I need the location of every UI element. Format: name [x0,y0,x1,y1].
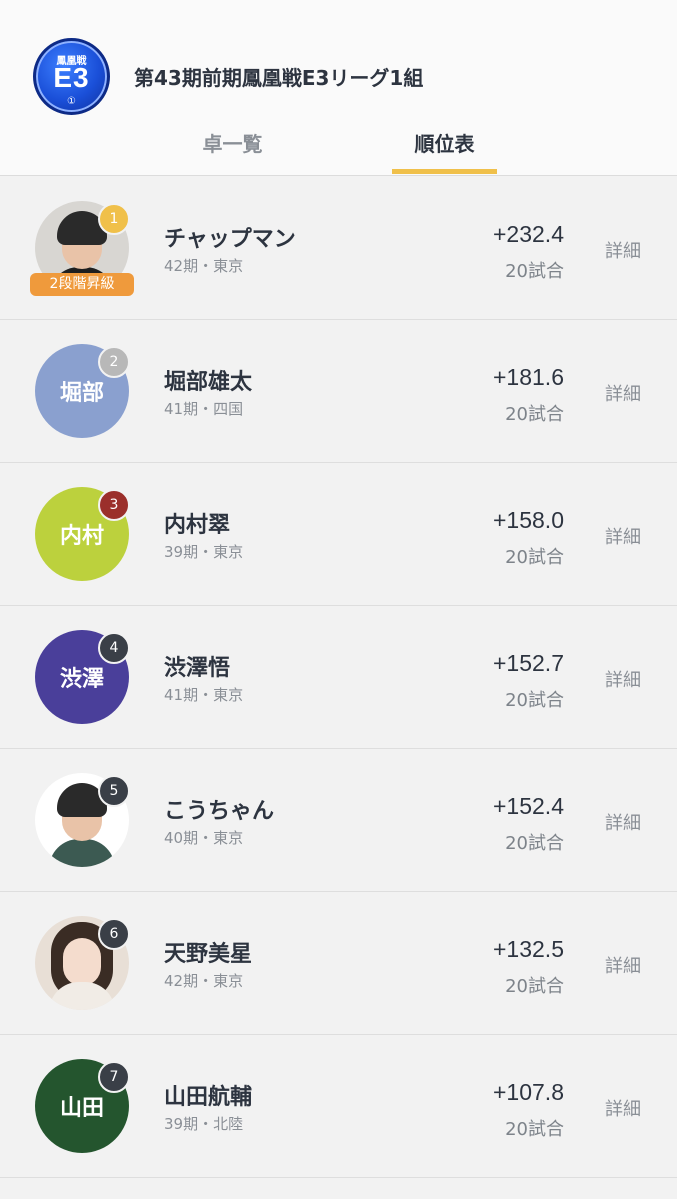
rank-badge: 5 [98,775,130,807]
detail-link[interactable]: 詳細 [605,237,641,263]
player-score: +158.0 [493,507,564,533]
games-played: 20試合 [505,690,564,711]
player-meta: 42期・東京 [164,257,244,275]
player-score: +132.5 [493,936,564,962]
rank-badge: 6 [98,918,130,950]
games-played: 20試合 [505,833,564,854]
games-played: 20試合 [505,547,564,568]
app-header: 鳳凰戦 E3 ① 第43期前期鳳凰戦E3リーグ1組 卓一覧 順位表 [0,0,677,176]
player-meta: 39期・北陸 [164,1115,244,1133]
player-meta: 41期・東京 [164,686,244,704]
player-name: 渋澤悟 [164,656,231,681]
standing-row[interactable]: 渋澤 4 渋澤悟 41期・東京 +152.7 20試合 詳細 [0,606,677,749]
player-name: 天野美星 [164,942,253,967]
rank-badge: 7 [98,1061,130,1093]
player-name: チャップマン [164,227,296,252]
player-name: 内村翠 [164,513,231,538]
player-name: 山田航輔 [164,1085,253,1110]
player-score: +152.7 [493,650,564,676]
badge-sub-text: ① [67,96,76,107]
games-played: 20試合 [505,261,564,282]
standing-row[interactable]: 堀部 2 堀部雄太 41期・四国 +181.6 20試合 詳細 [0,320,677,463]
player-name: こうちゃん [164,799,275,824]
standing-row[interactable]: 1 2段階昇級 チャップマン 42期・東京 +232.4 20試合 詳細 [0,177,677,320]
rank-badge: 1 [98,203,130,235]
games-played: 20試合 [505,404,564,425]
standing-row[interactable]: 6 天野美星 42期・東京 +132.5 20試合 詳細 [0,892,677,1035]
detail-link[interactable]: 詳細 [605,666,641,692]
rank-badge: 2 [98,346,130,378]
detail-link[interactable]: 詳細 [605,523,641,549]
standing-row[interactable]: 内村 3 内村翠 39期・東京 +158.0 20試合 詳細 [0,463,677,606]
badge-main-text: E3 [53,62,90,93]
detail-link[interactable]: 詳細 [605,809,641,835]
rank-badge: 4 [98,632,130,664]
games-played: 20試合 [505,1119,564,1140]
promotion-label: 2段階昇級 [30,273,134,296]
tab-table-list[interactable]: 卓一覧 [180,128,285,174]
player-meta: 40期・東京 [164,829,244,847]
player-score: +232.4 [493,221,564,247]
player-meta: 39期・東京 [164,543,244,561]
player-meta: 41期・四国 [164,400,244,418]
games-played: 20試合 [505,976,564,997]
standing-row[interactable]: 5 こうちゃん 40期・東京 +152.4 20試合 詳細 [0,749,677,892]
standings-list: 1 2段階昇級 チャップマン 42期・東京 +232.4 20試合 詳細 堀部 2 堀部雄太 41期… [0,177,677,1178]
rank-badge: 3 [98,489,130,521]
detail-link[interactable]: 詳細 [605,1095,641,1121]
league-badge-icon: 鳳凰戦 E3 ① [33,38,110,115]
player-score: +107.8 [493,1079,564,1105]
player-score: +152.4 [493,793,564,819]
league-title: 第43期前期鳳凰戦E3リーグ1組 [134,66,424,90]
detail-link[interactable]: 詳細 [605,380,641,406]
player-name: 堀部雄太 [164,370,253,395]
standing-row[interactable]: 山田 7 山田航輔 39期・北陸 +107.8 20試合 詳細 [0,1035,677,1178]
player-score: +181.6 [493,364,564,390]
active-tab-indicator [392,169,497,174]
player-meta: 42期・東京 [164,972,244,990]
tab-standings[interactable]: 順位表 [392,128,497,174]
detail-link[interactable]: 詳細 [605,952,641,978]
